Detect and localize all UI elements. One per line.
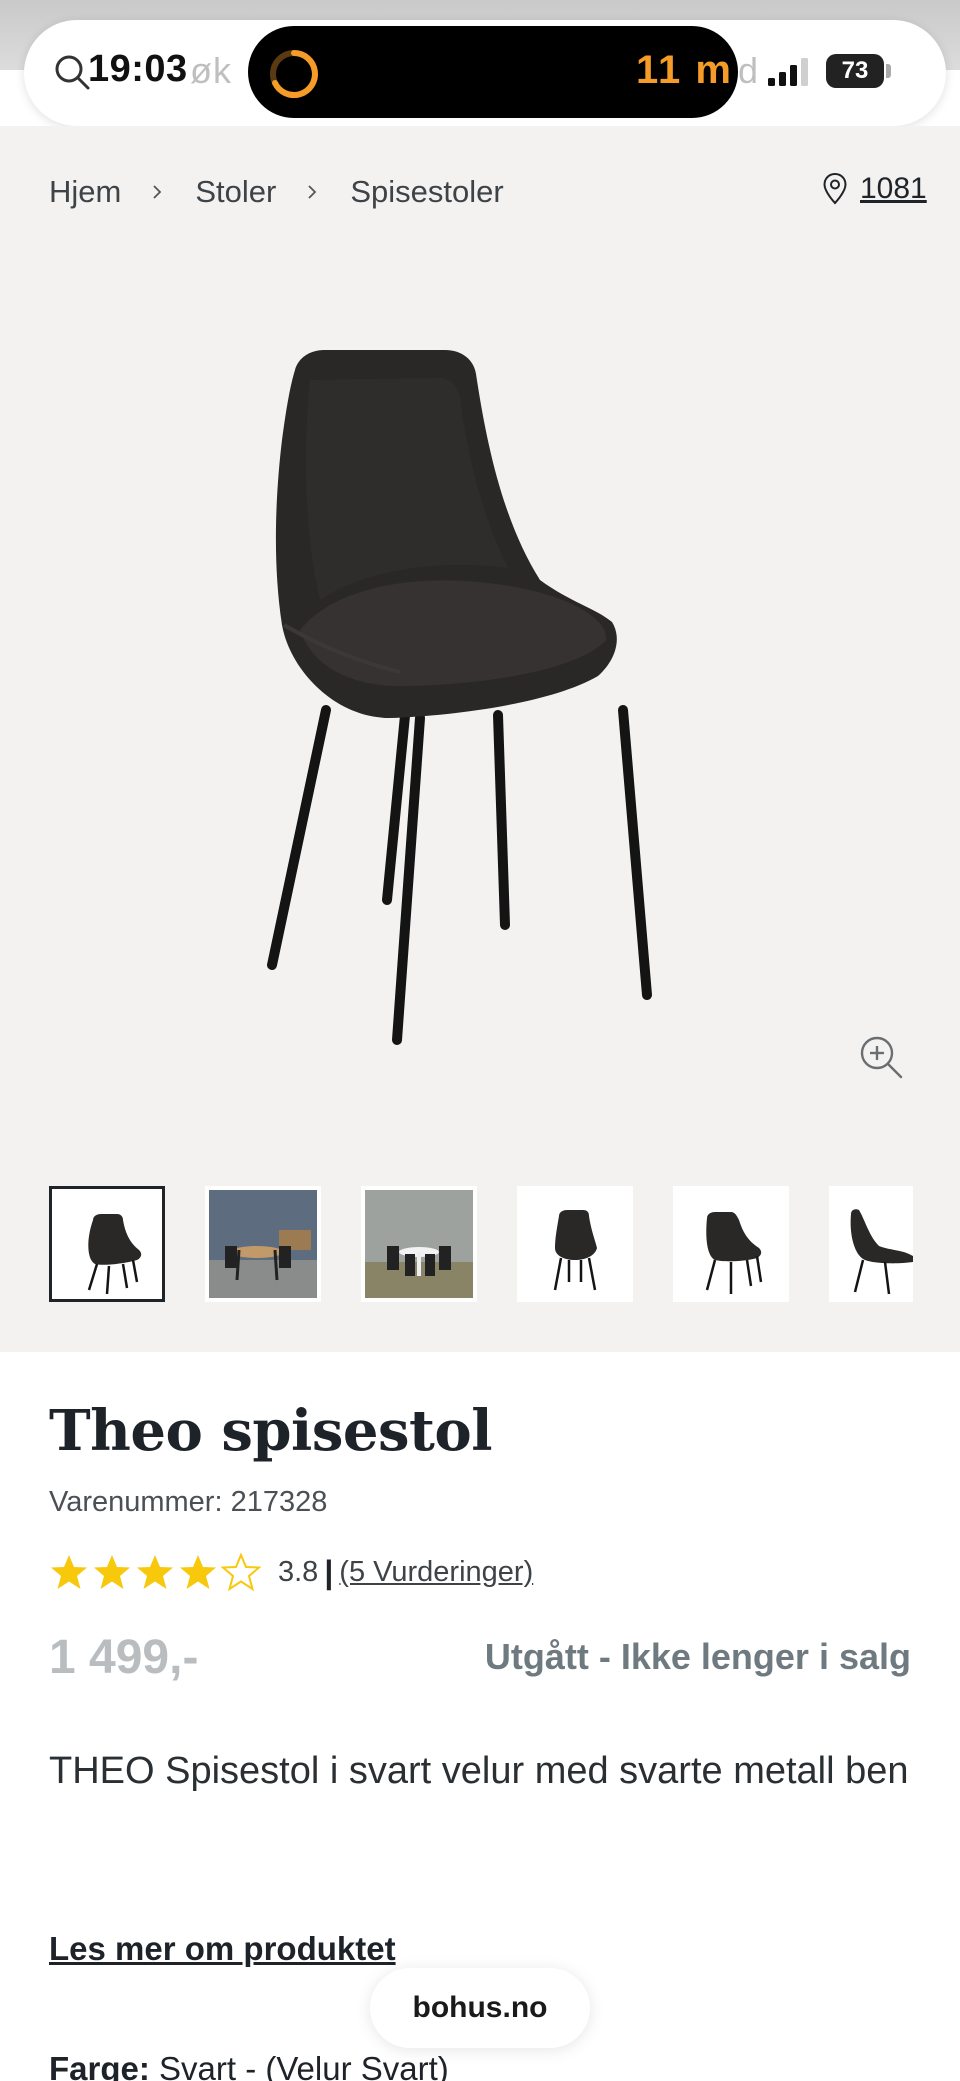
product-price: 1 499,-	[49, 1631, 199, 1684]
star-filled-icon	[180, 1555, 216, 1589]
product-page: øk d 19:03 11 m 73 Hjem Stoler Spisestol…	[0, 0, 960, 2081]
rating-value: 3.8	[278, 1555, 319, 1588]
product-title: Theo spisestol	[49, 1398, 493, 1464]
star-empty-icon	[221, 1552, 261, 1592]
breadcrumb: Hjem Stoler Spisestoler	[49, 170, 504, 214]
chair-thumbnail-icon	[850, 1209, 913, 1295]
star-filled-icon	[137, 1555, 173, 1589]
rating-count-link[interactable]: (5 Vurderinger)	[339, 1556, 533, 1589]
store-number[interactable]: 1081	[860, 172, 927, 206]
breadcrumb-home[interactable]: Hjem	[49, 174, 121, 210]
thumbnail-strip	[49, 1186, 913, 1302]
timer-icon	[270, 50, 318, 98]
product-sku: Varenummer: 217328	[49, 1486, 328, 1518]
star-filled-icon	[94, 1555, 130, 1589]
breadcrumb-chairs[interactable]: Stoler	[195, 174, 276, 210]
timer-text: 11 m	[636, 48, 733, 92]
thumbnail-2[interactable]	[205, 1186, 321, 1302]
search-icon[interactable]	[52, 52, 92, 92]
thumbnail-3[interactable]	[361, 1186, 477, 1302]
zoom-in-icon[interactable]	[858, 1034, 904, 1080]
status-time: 19:03	[88, 48, 188, 90]
room-thumbnail-icon	[209, 1190, 317, 1298]
star-filled-icon	[51, 1555, 87, 1589]
site-domain-pill[interactable]: bohus.no	[370, 1968, 590, 2048]
color-value: Svart - (Velur Svart)	[159, 2050, 449, 2081]
chair-thumbnail-icon	[553, 1210, 597, 1291]
color-info: Farge: Svart - (Velur Svart)	[49, 2050, 449, 2081]
signal-icon	[768, 58, 808, 86]
battery-tip	[886, 64, 891, 78]
room-thumbnail-icon	[365, 1190, 473, 1298]
thumbnail-4[interactable]	[517, 1186, 633, 1302]
rating-separator: |	[324, 1553, 334, 1590]
thumbnail-6[interactable]	[829, 1186, 913, 1302]
store-selector[interactable]: 1081	[822, 172, 927, 206]
availability-status: Utgått - Ikke lenger i salg	[484, 1636, 911, 1677]
chair-thumbnail-icon	[87, 1214, 142, 1295]
location-pin-icon	[823, 172, 847, 205]
rating: 3.8 | (5 Vurderinger)	[49, 1550, 533, 1594]
chair-thumbnail-icon	[705, 1212, 763, 1294]
read-more-link[interactable]: Les mer om produktet	[49, 1930, 396, 1968]
breadcrumb-dining-chairs[interactable]: Spisestoler	[350, 174, 503, 210]
url-text[interactable]: øk	[190, 50, 232, 92]
product-description: THEO Spisestol i svart velur med svarte …	[49, 1750, 909, 1792]
thumbnail-5[interactable]	[673, 1186, 789, 1302]
chevron-right-icon	[153, 185, 162, 199]
url-text-tail[interactable]: d	[738, 50, 758, 92]
product-main-image[interactable]	[240, 340, 720, 1060]
thumbnail-1[interactable]	[49, 1186, 165, 1302]
color-label: Farge:	[49, 2050, 150, 2081]
chevron-right-icon	[308, 185, 317, 199]
battery-indicator: 73	[826, 54, 884, 88]
